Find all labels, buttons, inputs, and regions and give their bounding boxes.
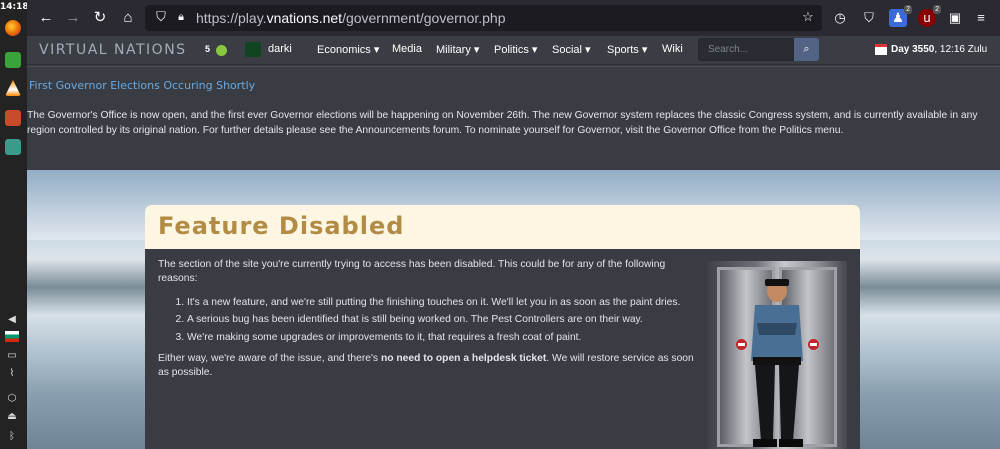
nav-sports[interactable]: Sports ▾ [607,43,647,56]
card-body: The section of the site you're currently… [158,258,703,380]
site-logo[interactable]: VIRTUAL NATIONS [39,42,187,58]
pocket-icon[interactable]: ⛉ [860,9,878,27]
nav-social[interactable]: Social ▾ [552,43,591,56]
search-button[interactable]: ⌕ [794,38,819,61]
nav-military[interactable]: Military ▾ [436,43,479,56]
site-navbar: VIRTUAL NATIONS 5 darki Economics ▾ Medi… [27,36,1000,65]
nav-wiki[interactable]: Wiki [662,43,683,55]
browser-toolbar: ← → ↻ ⌂ ⛉ 🔒︎ https://play.vnations.net/g… [27,0,1000,36]
back-icon[interactable]: ← [36,8,56,28]
os-taskbar: 14:18 ◀ ▭ ⌇ ⬡ ⏏ ᛒ [0,0,29,449]
screen-icon[interactable]: ▭ [5,350,19,361]
forward-icon[interactable]: → [63,8,83,28]
guard-figure [751,279,803,447]
reason-item: We're making some upgrades or improvemen… [187,329,703,346]
shield-icon[interactable]: ⛉ [152,8,170,26]
history-icon[interactable]: ◷ [831,9,849,27]
reader-icon[interactable]: ▣ [946,9,964,27]
card-header: Feature Disabled [145,205,860,249]
announcement-title[interactable]: First Governor Elections Occuring Shortl… [29,79,255,92]
extension-icon[interactable]: ♟ 2 [889,5,912,27]
reason-item: It's a new feature, and we're still putt… [187,294,703,311]
home-icon[interactable]: ⌂ [118,8,138,28]
announcement-panel: First Governor Elections Occuring Shortl… [27,66,1000,171]
package-manager-icon[interactable] [5,110,21,126]
security-guard-image [707,261,847,449]
nav-economics[interactable]: Economics ▾ [317,43,379,56]
volume-icon[interactable]: ◀ [5,314,19,325]
eject-icon[interactable]: ⏏ [5,411,19,422]
feature-disabled-title: Feature Disabled [158,212,405,240]
lock-icon[interactable]: 🔒︎ [172,8,190,26]
os-clock: 14:18 [0,2,29,12]
nation-flag-icon[interactable] [245,42,261,57]
reasons-list: It's a new feature, and we're still putt… [175,294,703,346]
bookmark-star-icon[interactable]: ☆ [799,8,817,26]
vlc-icon[interactable] [5,80,21,96]
nav-media[interactable]: Media [392,43,422,55]
paperclip-icon[interactable]: ⌇ [5,368,19,379]
url-text[interactable]: https://play.vnations.net/government/gov… [196,10,506,26]
online-count: 5 [205,44,211,54]
landscape-banner-image: Feature Disabled The section of the site… [27,170,1000,449]
spreadsheet-icon[interactable] [5,52,21,68]
reload-icon[interactable]: ↻ [90,8,110,28]
bluetooth-icon[interactable]: ᛒ [5,431,19,442]
announcement-body: The Governor's Office is now open, and t… [27,110,978,136]
flag-icon[interactable] [5,331,19,342]
package-icon[interactable]: ⬡ [5,393,19,404]
web-page: VIRTUAL NATIONS 5 darki Economics ▾ Medi… [27,36,1000,449]
game-day: Day 3550, 12:16 Zulu [891,44,988,55]
firefox-icon[interactable] [5,20,21,36]
url-bar[interactable]: ⛉ 🔒︎ https://play.vnations.net/governmen… [145,5,822,31]
ublock-icon[interactable]: u2 [918,5,941,27]
search-input[interactable] [698,38,794,61]
calendar-icon [875,44,887,55]
document-viewer-icon[interactable] [5,139,21,155]
nav-politics[interactable]: Politics ▾ [494,43,537,56]
reason-item: A serious bug has been identified that i… [187,311,703,328]
search-icon: ⌕ [803,43,810,55]
feature-intro: The section of the site you're currently… [158,259,666,284]
online-status-icon [216,45,227,56]
nation-name-link[interactable]: darki [268,43,292,55]
feature-footnote: Either way, we're aware of the issue, an… [158,352,694,378]
menu-icon[interactable]: ≡ [972,9,990,27]
